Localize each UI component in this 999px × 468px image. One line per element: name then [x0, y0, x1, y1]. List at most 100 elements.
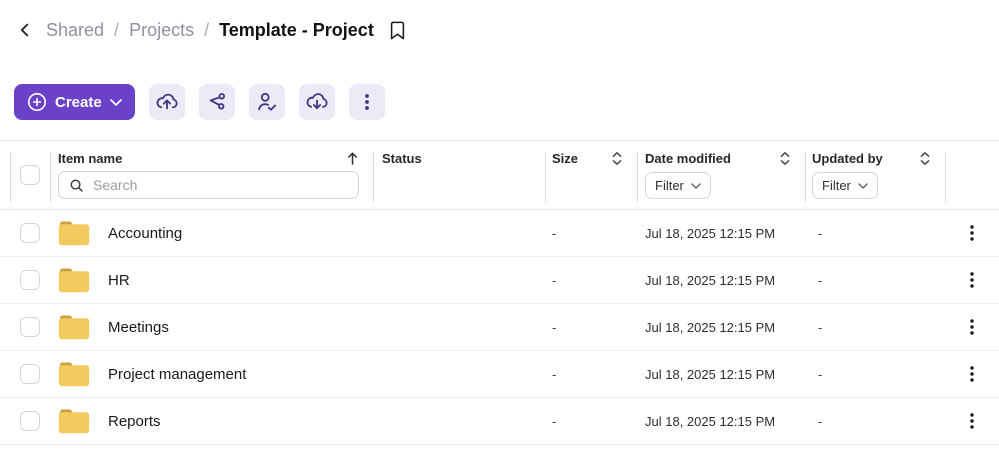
table-row[interactable]: Project management - Jul 18, 2025 12:15 …: [0, 351, 999, 398]
page-title: Template - Project: [219, 19, 374, 40]
date-filter-button[interactable]: Filter: [645, 172, 711, 199]
chevron-down-icon: [109, 98, 122, 106]
row-checkbox-cell: [10, 317, 50, 337]
select-all-checkbox[interactable]: [20, 165, 40, 185]
item-name-cell[interactable]: Accounting: [50, 220, 373, 246]
header-date-modified: Date modified Filter: [637, 141, 805, 209]
folder-icon: [58, 408, 90, 434]
bookmark-button[interactable]: [388, 20, 407, 41]
header-updated-by: Updated by Filter: [805, 141, 945, 209]
kebab-menu-icon: [970, 319, 974, 335]
upload-button[interactable]: [148, 84, 185, 120]
column-label-size[interactable]: Size: [552, 151, 578, 166]
updated-by-cell: -: [818, 366, 823, 382]
item-name-label: Accounting: [108, 224, 183, 242]
kebab-menu-icon: [970, 272, 974, 288]
header-checkbox-cell: [10, 141, 50, 209]
chevron-down-icon: [691, 182, 701, 189]
manage-collaborators-button[interactable]: [248, 84, 285, 120]
create-button[interactable]: Create: [14, 84, 135, 120]
cloud-upload-icon: [155, 90, 179, 114]
table-row[interactable]: Reports - Jul 18, 2025 12:15 PM -: [0, 398, 999, 445]
row-actions-cell: [945, 362, 999, 386]
sort-updown-icon[interactable]: [919, 151, 931, 166]
cloud-download-icon: [305, 90, 329, 114]
user-check-icon: [255, 90, 279, 114]
updated-by-cell: -: [818, 413, 823, 429]
row-checkbox[interactable]: [20, 270, 40, 290]
item-name-label: Reports: [108, 412, 161, 430]
item-name-cell[interactable]: Project management: [50, 361, 373, 387]
filter-button-label: Filter: [822, 178, 851, 193]
date-modified-cell: Jul 18, 2025 12:15 PM: [645, 225, 776, 241]
date-modified-cell: Jul 18, 2025 12:15 PM: [645, 413, 776, 429]
row-actions-cell: [945, 221, 999, 245]
breadcrumb-separator: /: [114, 19, 120, 40]
item-name-label: HR: [108, 271, 130, 289]
row-more-options-button[interactable]: [964, 315, 980, 339]
row-more-options-button[interactable]: [964, 362, 980, 386]
row-actions-cell: [945, 409, 999, 433]
back-button[interactable]: [14, 21, 36, 39]
item-name-cell[interactable]: Meetings: [50, 314, 373, 340]
column-label-item-name[interactable]: Item name: [58, 151, 122, 166]
search-icon: [69, 178, 84, 193]
item-name-cell[interactable]: HR: [50, 267, 373, 293]
updated-by-cell: -: [818, 225, 823, 241]
table-row[interactable]: Accounting - Jul 18, 2025 12:15 PM -: [0, 210, 999, 257]
header-item-name: Item name: [50, 141, 373, 209]
create-button-label: Create: [55, 93, 102, 111]
bookmark-icon: [388, 20, 407, 41]
folder-icon: [58, 361, 90, 387]
updated-by-filter-button[interactable]: Filter: [812, 172, 878, 199]
kebab-menu-icon: [970, 366, 974, 382]
column-label-updated-by[interactable]: Updated by: [812, 151, 883, 166]
breadcrumb-item-shared[interactable]: Shared: [46, 20, 104, 41]
search-input[interactable]: [93, 177, 348, 193]
row-more-options-button[interactable]: [964, 221, 980, 245]
filter-button-label: Filter: [655, 178, 684, 193]
more-options-button[interactable]: [348, 84, 385, 120]
header-spacer: [0, 141, 10, 209]
chevron-down-icon: [858, 182, 868, 189]
toolbar: Create: [14, 84, 999, 120]
share-button[interactable]: [198, 84, 235, 120]
table-row[interactable]: Meetings - Jul 18, 2025 12:15 PM -: [0, 304, 999, 351]
chevron-left-icon: [16, 21, 34, 39]
sort-updown-icon[interactable]: [779, 151, 791, 166]
column-label-date-modified[interactable]: Date modified: [645, 151, 731, 166]
size-cell: -: [552, 413, 557, 429]
row-checkbox[interactable]: [20, 364, 40, 384]
folder-icon: [58, 220, 90, 246]
header-actions: [945, 141, 999, 209]
size-cell: -: [552, 225, 557, 241]
row-actions-cell: [945, 315, 999, 339]
row-more-options-button[interactable]: [964, 268, 980, 292]
kebab-menu-icon: [355, 90, 379, 114]
size-cell: -: [552, 319, 557, 335]
sort-updown-icon[interactable]: [611, 151, 623, 166]
column-label-status[interactable]: Status: [382, 151, 422, 166]
date-modified-cell: Jul 18, 2025 12:15 PM: [645, 272, 776, 288]
table-header: Item name Status Size: [0, 141, 999, 210]
updated-by-cell: -: [818, 319, 823, 335]
row-more-options-button[interactable]: [964, 409, 980, 433]
row-checkbox-cell: [10, 411, 50, 431]
table-body: Accounting - Jul 18, 2025 12:15 PM - HR …: [0, 210, 999, 445]
download-button[interactable]: [298, 84, 335, 120]
row-checkbox[interactable]: [20, 411, 40, 431]
row-checkbox[interactable]: [20, 223, 40, 243]
item-name-label: Meetings: [108, 318, 169, 336]
size-cell: -: [552, 272, 557, 288]
row-checkbox[interactable]: [20, 317, 40, 337]
breadcrumb-item-projects[interactable]: Projects: [129, 20, 194, 41]
breadcrumb-separator: /: [204, 19, 210, 40]
row-checkbox-cell: [10, 270, 50, 290]
table-row[interactable]: HR - Jul 18, 2025 12:15 PM -: [0, 257, 999, 304]
sort-ascending-icon[interactable]: [346, 151, 359, 166]
breadcrumb: Shared / Projects / Template - Project: [0, 0, 999, 44]
item-name-cell[interactable]: Reports: [50, 408, 373, 434]
folder-icon: [58, 314, 90, 340]
row-checkbox-cell: [10, 364, 50, 384]
share-icon: [206, 91, 228, 113]
